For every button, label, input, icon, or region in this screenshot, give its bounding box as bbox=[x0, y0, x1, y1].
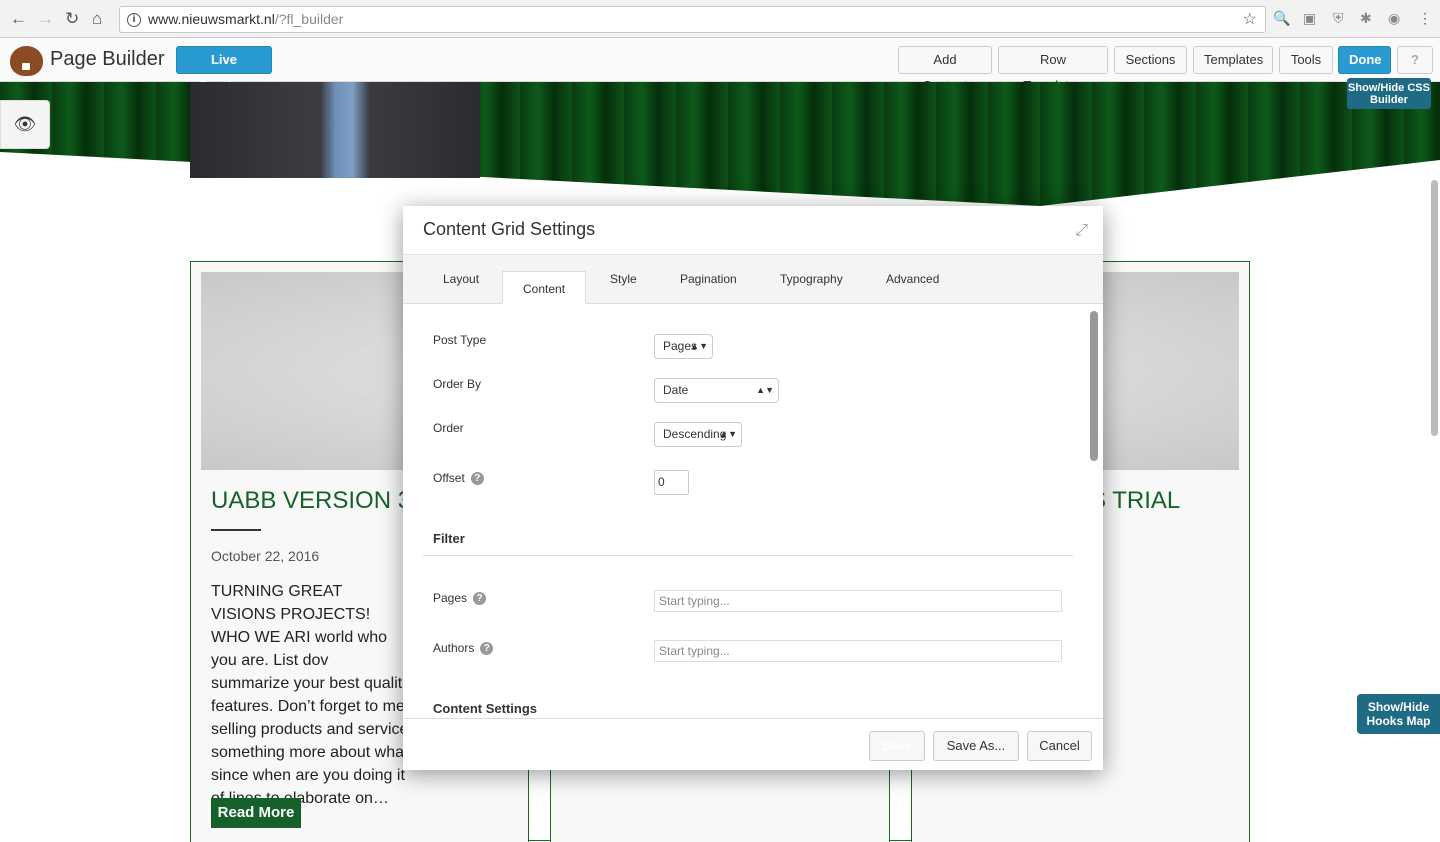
order-by-value: Date bbox=[663, 383, 689, 397]
order-by-select[interactable]: Date ▲▼ bbox=[654, 378, 779, 403]
image-placeholder-icon bbox=[322, 342, 380, 400]
hero-person-image bbox=[190, 82, 480, 178]
save-button[interactable]: Save bbox=[869, 731, 925, 761]
card-excerpt: TURNING GREAT VISIONS PROJECTS! WHO WE A… bbox=[211, 583, 409, 807]
offset-label: Offset bbox=[433, 471, 465, 485]
info-icon[interactable]: i bbox=[127, 13, 141, 27]
card-date: October 22, 2016 bbox=[211, 548, 320, 564]
tab-advanced[interactable]: Advanced bbox=[886, 272, 939, 286]
live-preview-button[interactable]: Live Preview bbox=[176, 46, 272, 93]
css-builder-toggle[interactable]: Show/Hide CSS Builder bbox=[1347, 78, 1431, 109]
expand-icon[interactable]: ⤢ bbox=[1075, 222, 1088, 240]
content-settings-heading: Content Settings bbox=[433, 701, 537, 716]
order-label: Order bbox=[433, 421, 464, 435]
sections-button[interactable]: Sections bbox=[1114, 46, 1187, 74]
select-arrows-icon: ▲▼ bbox=[690, 341, 708, 351]
menu-icon[interactable]: ⋮ bbox=[1418, 10, 1432, 27]
add-content-button[interactable]: Add Content bbox=[898, 46, 992, 93]
page-scrollbar[interactable] bbox=[1431, 180, 1438, 436]
settings-tabs: Layout Content Style Pagination Typograp… bbox=[403, 255, 1103, 304]
url-path: /?fl_builder bbox=[274, 11, 344, 27]
tab-layout[interactable]: Layout bbox=[443, 272, 479, 286]
pages-filter-input[interactable]: Start typing... bbox=[654, 590, 1062, 612]
title-divider bbox=[211, 529, 261, 531]
post-type-label: Post Type bbox=[433, 333, 487, 347]
browser-toolbar: ← → ↻ ⌂ i www.nieuwsmarkt.nl/?fl_builder… bbox=[0, 0, 1440, 38]
authors-filter-input[interactable]: Start typing... bbox=[654, 640, 1062, 662]
hooks-map-toggle[interactable]: Show/Hide Hooks Map bbox=[1357, 694, 1440, 734]
tools-button[interactable]: Tools bbox=[1279, 46, 1333, 74]
authors-label: Authors bbox=[433, 641, 475, 655]
eye-toggle-icon[interactable]: 👁 bbox=[0, 100, 50, 149]
pages-label: Pages bbox=[433, 591, 468, 605]
extension-search-icon[interactable]: 🔍 bbox=[1273, 10, 1290, 27]
forward-icon[interactable]: → bbox=[37, 9, 54, 29]
tab-typography[interactable]: Typography bbox=[780, 272, 843, 286]
address-bar[interactable]: i www.nieuwsmarkt.nl/?fl_builder ☆ bbox=[119, 6, 1266, 33]
help-icon[interactable]: ? bbox=[480, 642, 494, 656]
content-grid-settings-dialog: Content Grid Settings ⤢ Layout Content S… bbox=[403, 206, 1103, 770]
extension-bug-icon[interactable]: ✱ bbox=[1360, 10, 1372, 27]
order-select[interactable]: Descending ▲▼ bbox=[654, 422, 742, 447]
select-arrows-icon: ▲▼ bbox=[756, 385, 774, 395]
help-icon[interactable]: ? bbox=[473, 592, 487, 606]
extension-globe-icon[interactable]: ◉ bbox=[1388, 10, 1400, 27]
templates-button[interactable]: Templates bbox=[1193, 46, 1273, 74]
cancel-button[interactable]: Cancel bbox=[1027, 731, 1092, 761]
card-title[interactable]: S TRIAL bbox=[1090, 487, 1180, 515]
help-button[interactable]: ? bbox=[1397, 46, 1433, 74]
section-divider bbox=[423, 555, 1073, 556]
tab-pagination[interactable]: Pagination bbox=[680, 272, 737, 286]
reload-icon[interactable]: ↻ bbox=[65, 9, 79, 29]
row-templates-button[interactable]: Row Templates bbox=[998, 46, 1108, 93]
extension-shield-icon[interactable]: ⛨ bbox=[1333, 10, 1344, 27]
filter-heading: Filter bbox=[433, 531, 465, 546]
beaver-logo-icon bbox=[10, 46, 43, 76]
offset-input[interactable]: 0 bbox=[654, 470, 689, 495]
offset-label-group: Offset? bbox=[433, 471, 484, 486]
dialog-scrollbar[interactable] bbox=[1090, 311, 1098, 461]
authors-label-group: Authors? bbox=[433, 641, 494, 656]
order-by-label: Order By bbox=[433, 377, 482, 391]
bookmark-star-icon[interactable]: ☆ bbox=[1243, 7, 1257, 32]
url-host: www.nieuwsmarkt.nl bbox=[148, 11, 275, 27]
save-as-button[interactable]: Save As... bbox=[933, 731, 1019, 761]
tab-style[interactable]: Style bbox=[610, 272, 637, 286]
select-arrows-icon: ▲▼ bbox=[719, 429, 737, 439]
card-title[interactable]: UABB VERSION 3 bbox=[211, 487, 411, 515]
builder-bar: Page Builder Live Preview Add Content Ro… bbox=[0, 38, 1440, 93]
order-value: Descending bbox=[663, 427, 727, 441]
dialog-footer: Save Save As... Cancel bbox=[403, 718, 1103, 770]
home-icon[interactable]: ⌂ bbox=[92, 9, 102, 29]
read-more-button[interactable]: Read More bbox=[211, 798, 301, 828]
tab-content[interactable]: Content bbox=[502, 271, 587, 304]
back-icon[interactable]: ← bbox=[10, 9, 27, 29]
post-type-select[interactable]: Pages ▲▼ bbox=[654, 334, 713, 359]
done-button[interactable]: Done bbox=[1338, 46, 1391, 74]
help-icon[interactable]: ? bbox=[470, 472, 484, 486]
builder-title: Page Builder bbox=[50, 48, 165, 70]
extension-linkedin-icon[interactable]: ▣ bbox=[1303, 10, 1316, 27]
dialog-title: Content Grid Settings bbox=[403, 206, 1103, 255]
pages-label-group: Pages? bbox=[433, 591, 487, 606]
